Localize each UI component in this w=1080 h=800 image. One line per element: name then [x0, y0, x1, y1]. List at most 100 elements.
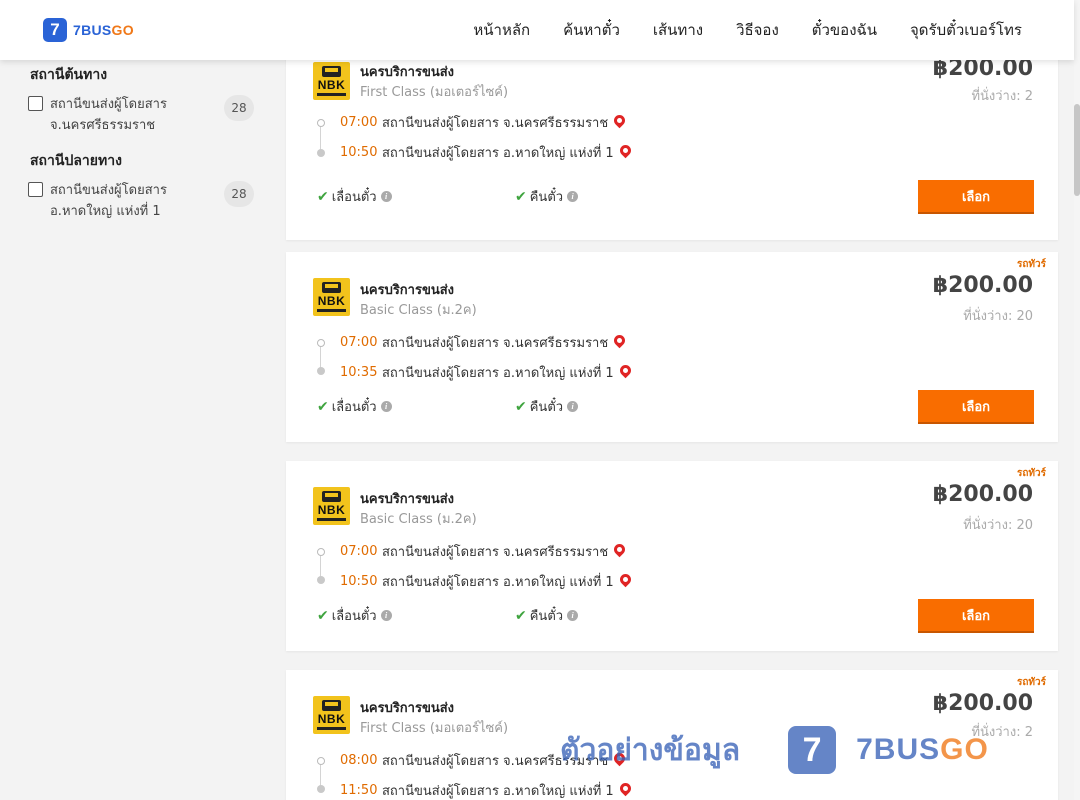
destination-count-badge: 28: [224, 181, 254, 207]
feature-change-ticket: ✔ เลื่อนตั๋ว i: [317, 605, 392, 626]
departure-time: 07:00: [340, 544, 378, 559]
info-icon[interactable]: i: [380, 610, 392, 621]
departure-dot-icon: [317, 339, 325, 347]
arrival-stop: 10:35 สถานีขนส่งผู้โดยสาร อ.หาดใหญ่ แห่ง…: [340, 362, 633, 383]
departure-stop: 07:00 สถานีขนส่งผู้โดยสาร จ.นครศรีธรรมรา…: [340, 332, 628, 353]
origin-checkbox[interactable]: [28, 96, 43, 111]
nav-home[interactable]: หน้าหลัก: [473, 18, 530, 42]
nav-how-to-book[interactable]: วิธีจอง: [736, 18, 779, 42]
map-pin-icon[interactable]: [611, 750, 628, 767]
arrival-stop: 10:50 สถานีขนส่งผู้โดยสาร อ.หาดใหญ่ แห่ง…: [340, 142, 633, 163]
departure-station: สถานีขนส่งผู้โดยสาร จ.นครศรีธรรมราช: [382, 754, 609, 769]
info-icon[interactable]: i: [567, 191, 579, 202]
operator-logo: NBK: [313, 696, 350, 734]
origin-filter: สถานีต้นทาง สถานีขนส่งผู้โดยสาร จ.นครศรี…: [28, 64, 258, 138]
arrival-dot-icon: [317, 576, 325, 584]
filter-sidebar: สถานีต้นทาง สถานีขนส่งผู้โดยสาร จ.นครศรี…: [28, 62, 258, 224]
nav-routes[interactable]: เส้นทาง: [653, 18, 703, 42]
arrival-dot-icon: [317, 149, 325, 157]
seats-available: ที่นั่งว่าง: 20: [963, 518, 1033, 533]
arrival-dot-icon: [317, 367, 325, 375]
map-pin-icon[interactable]: [611, 541, 628, 558]
operator-logo: NBK: [313, 62, 350, 100]
site-logo[interactable]: 7 7BUSGO: [43, 18, 134, 42]
bus-class: Basic Class (ม.2ค): [360, 512, 477, 527]
operator-name: นครบริการขนส่ง: [360, 283, 455, 298]
info-icon[interactable]: i: [380, 191, 392, 202]
bus-class: First Class (มอเตอร์ไซค์): [360, 721, 509, 736]
origin-option-label[interactable]: สถานีขนส่งผู้โดยสาร จ.นครศรีธรรมราช: [50, 94, 200, 136]
tour-bus-badge: รถทัวร์: [1016, 259, 1046, 270]
departure-time: 07:00: [340, 335, 378, 350]
feature-change-label: เลื่อนตั๋ว: [331, 609, 377, 624]
nav-my-tickets[interactable]: ตั๋วของฉัน: [812, 18, 877, 42]
feature-refund-label: คืนตั๋ว: [529, 609, 564, 624]
destination-filter-option[interactable]: สถานีขนส่งผู้โดยสาร อ.หาดใหญ่ แห่งที่ 1 …: [28, 180, 258, 224]
feature-change-ticket: ✔ เลื่อนตั๋ว i: [317, 396, 392, 417]
destination-checkbox[interactable]: [28, 182, 43, 197]
departure-stop: 07:00 สถานีขนส่งผู้โดยสาร จ.นครศรีธรรมรา…: [340, 112, 628, 133]
arrival-station: สถานีขนส่งผู้โดยสาร อ.หาดใหญ่ แห่งที่ 1: [382, 784, 614, 799]
seats-available: ที่นั่งว่าง: 2: [971, 89, 1033, 104]
map-pin-icon[interactable]: [611, 332, 628, 349]
operator-name: นครบริการขนส่ง: [360, 492, 455, 507]
arrival-station: สถานีขนส่งผู้โดยสาร อ.หาดใหญ่ แห่งที่ 1: [382, 366, 614, 381]
origin-count-badge: 28: [224, 95, 254, 121]
tour-bus-badge: รถทัวร์: [1016, 468, 1046, 479]
arrival-time: 10:35: [340, 365, 378, 380]
arrival-dot-icon: [317, 785, 325, 793]
select-trip-button[interactable]: เลือก: [918, 180, 1034, 214]
map-pin-icon[interactable]: [617, 362, 633, 379]
departure-time: 07:00: [340, 115, 378, 130]
info-icon[interactable]: i: [380, 401, 392, 412]
trip-card: NBK นครบริการขนส่ง First Class (มอเตอร์ไ…: [286, 50, 1058, 240]
arrival-stop: 10:50 สถานีขนส่งผู้โดยสาร อ.หาดใหญ่ แห่ง…: [340, 571, 633, 592]
departure-station: สถานีขนส่งผู้โดยสาร จ.นครศรีธรรมราช: [382, 116, 609, 131]
map-pin-icon[interactable]: [611, 112, 628, 129]
check-icon: ✔: [317, 607, 329, 624]
feature-change-label: เลื่อนตั๋ว: [331, 400, 377, 415]
map-pin-icon[interactable]: [617, 780, 633, 797]
departure-stop: 07:00 สถานีขนส่งผู้โดยสาร จ.นครศรีธรรมรา…: [340, 541, 628, 562]
scrollbar-thumb[interactable]: [1074, 104, 1080, 196]
check-icon: ✔: [515, 188, 527, 205]
ticket-price: ฿200.00: [932, 482, 1033, 507]
ticket-price: ฿200.00: [932, 273, 1033, 298]
seats-available: ที่นั่งว่าง: 20: [963, 309, 1033, 324]
nav-ticket-pickup[interactable]: จุดรับตั๋วเบอร์โทร: [910, 18, 1022, 42]
departure-dot-icon: [317, 757, 325, 765]
select-trip-button[interactable]: เลือก: [918, 390, 1034, 424]
departure-time: 08:00: [340, 753, 378, 768]
destination-filter-title: สถานีปลายทาง: [30, 153, 122, 169]
info-icon[interactable]: i: [567, 610, 579, 621]
departure-dot-icon: [317, 548, 325, 556]
feature-refund-label: คืนตั๋ว: [529, 190, 564, 205]
operator-logo: NBK: [313, 278, 350, 316]
top-header: 7 7BUSGO หน้าหลัก ค้นหาตั๋ว เส้นทาง วิธี…: [0, 0, 1074, 60]
select-trip-button[interactable]: เลือก: [918, 599, 1034, 633]
main-nav: หน้าหลัก ค้นหาตั๋ว เส้นทาง วิธีจอง ตั๋วข…: [473, 0, 1022, 60]
check-icon: ✔: [317, 398, 329, 415]
departure-station: สถานีขนส่งผู้โดยสาร จ.นครศรีธรรมราช: [382, 545, 609, 560]
info-icon[interactable]: i: [567, 401, 579, 412]
destination-option-label[interactable]: สถานีขนส่งผู้โดยสาร อ.หาดใหญ่ แห่งที่ 1: [50, 180, 200, 222]
ticket-price: ฿200.00: [932, 691, 1033, 716]
map-pin-icon[interactable]: [617, 142, 633, 159]
arrival-station: สถานีขนส่งผู้โดยสาร อ.หาดใหญ่ แห่งที่ 1: [382, 146, 614, 161]
arrival-time: 11:50: [340, 783, 378, 798]
arrival-time: 10:50: [340, 145, 378, 160]
feature-refund-ticket: ✔ คืนตั๋ว i: [515, 396, 579, 417]
arrival-station: สถานีขนส่งผู้โดยสาร อ.หาดใหญ่ แห่งที่ 1: [382, 575, 614, 590]
feature-refund-label: คืนตั๋ว: [529, 400, 564, 415]
tour-bus-badge: รถทัวร์: [1016, 677, 1046, 688]
feature-change-ticket: ✔ เลื่อนตั๋ว i: [317, 186, 392, 207]
check-icon: ✔: [515, 607, 527, 624]
departure-station: สถานีขนส่งผู้โดยสาร จ.นครศรีธรรมราช: [382, 336, 609, 351]
origin-filter-title: สถานีต้นทาง: [30, 67, 108, 83]
departure-stop: 08:00 สถานีขนส่งผู้โดยสาร จ.นครศรีธรรมรา…: [340, 750, 628, 771]
check-icon: ✔: [515, 398, 527, 415]
origin-filter-option[interactable]: สถานีขนส่งผู้โดยสาร จ.นครศรีธรรมราช 28: [28, 94, 258, 138]
nav-search-tickets[interactable]: ค้นหาตั๋ว: [563, 18, 620, 42]
map-pin-icon[interactable]: [617, 571, 633, 588]
bus-class: Basic Class (ม.2ค): [360, 303, 477, 318]
